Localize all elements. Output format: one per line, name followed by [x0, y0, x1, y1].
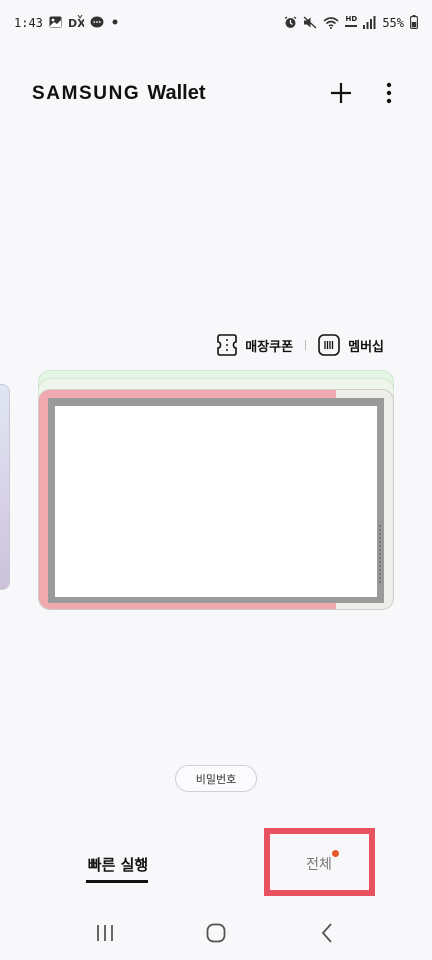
quick-links: 매장쿠폰 멤버십: [217, 332, 384, 358]
more-vertical-icon: [386, 82, 392, 104]
password-button[interactable]: 비밀번호: [175, 765, 257, 792]
notification-badge: [332, 850, 339, 857]
status-time: 1:43: [14, 16, 43, 30]
product-name: Wallet: [147, 81, 206, 104]
navigation-bar: [0, 906, 432, 960]
more-options-button[interactable]: [376, 80, 402, 106]
wallet-card[interactable]: [38, 389, 394, 610]
app-title: SAMSUNG Wallet: [32, 82, 205, 105]
signal-icon: [363, 15, 376, 31]
store-coupon-link[interactable]: 매장쿠폰: [217, 334, 293, 356]
svg-text:DX: DX: [68, 17, 84, 29]
brand-logo: SAMSUNG: [32, 82, 141, 104]
mute-icon: [303, 15, 317, 31]
dot-icon: [110, 17, 120, 29]
chat-icon: [90, 16, 104, 31]
wifi-icon: [323, 16, 339, 31]
header-actions: [328, 80, 402, 106]
card-dotted-mark: [379, 525, 381, 583]
highlight-annotation-box: [264, 828, 375, 896]
membership-link[interactable]: 멤버십: [318, 334, 384, 356]
add-button[interactable]: [328, 80, 354, 106]
coupon-icon: [217, 334, 238, 356]
battery-percent: 55%: [382, 16, 404, 30]
recents-button[interactable]: [85, 913, 125, 953]
network-badge: HD: [345, 15, 358, 23]
back-button[interactable]: [307, 913, 347, 953]
gallery-icon: [49, 16, 62, 30]
store-coupon-label: 매장쿠폰: [245, 339, 294, 355]
home-icon: [206, 923, 226, 943]
card-face: [55, 406, 377, 597]
alarm-icon: [284, 15, 297, 31]
membership-label: 멤버십: [348, 339, 384, 355]
back-icon: [321, 923, 332, 943]
previous-card-peek[interactable]: [0, 384, 10, 590]
quick-links-divider: [305, 340, 307, 350]
app-header: SAMSUNG Wallet: [0, 70, 432, 116]
card-frame: [48, 398, 384, 603]
tab-selected-indicator: [86, 880, 148, 883]
status-left: 1:43 DX: [14, 14, 120, 31]
status-bar: 1:43 DX HD 55%: [0, 0, 432, 46]
barcode-card-icon: [318, 334, 340, 356]
status-right: HD 55%: [284, 15, 418, 31]
home-button[interactable]: [196, 913, 236, 953]
battery-icon: [410, 15, 418, 31]
recents-icon: [97, 925, 114, 941]
hd-voice-icon: HD: [345, 15, 358, 30]
plus-icon: [331, 83, 351, 103]
dx-app-icon: DX: [68, 14, 86, 31]
